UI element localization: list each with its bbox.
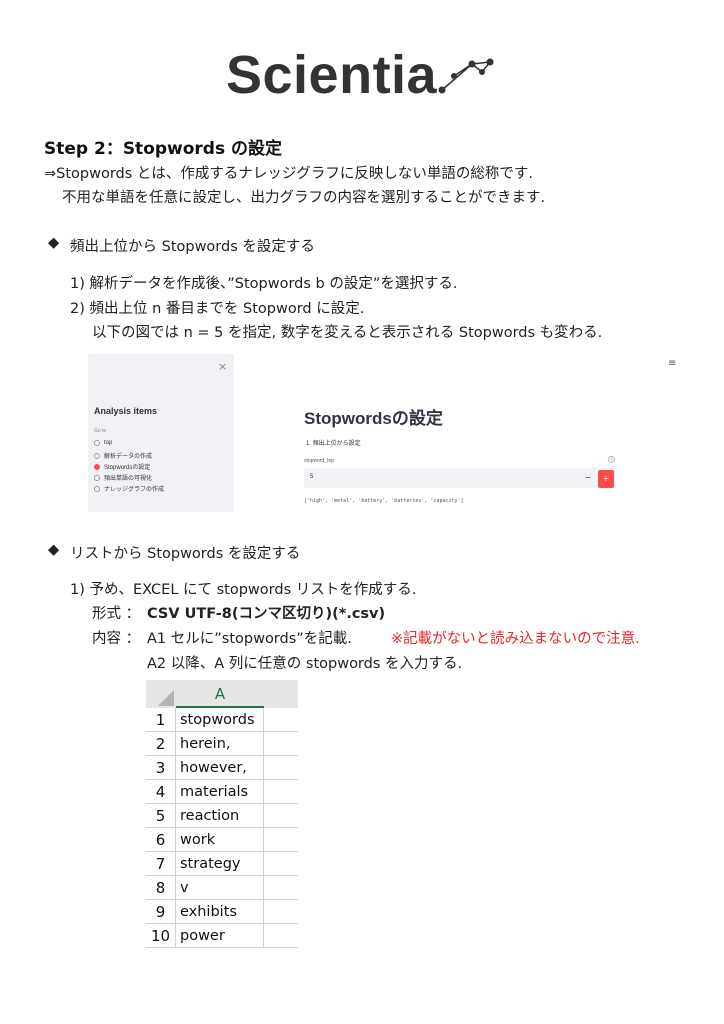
table-row: 5 reaction <box>146 804 298 828</box>
help-icon[interactable]: ? <box>608 456 615 463</box>
format-value: CSV UTF-8(コンマ区切り)(*.csv) <box>147 606 386 622</box>
row-header[interactable]: 5 <box>146 804 176 828</box>
app-sidebar: × Analysis items Go to top 解析データの作成 Stop… <box>88 354 234 512</box>
row-header[interactable]: 4 <box>146 780 176 804</box>
table-cell[interactable]: work <box>176 828 264 852</box>
app-page-title: Stopwordsの設定 <box>304 409 443 428</box>
table-cell-empty[interactable] <box>264 900 298 924</box>
radio-item-data[interactable]: 解析データの作成 <box>94 451 152 460</box>
content-line-1: A1 セルに”stopwords”を記載. <box>147 631 352 647</box>
table-cell-empty[interactable] <box>264 732 298 756</box>
column-header-b[interactable] <box>264 680 298 708</box>
row-header[interactable]: 7 <box>146 852 176 876</box>
section1-step2: 2) 頻出上位 n 番目までを Stopword に設定. <box>70 301 365 317</box>
app-subheading: 1. 頻出上位から設定 <box>306 441 361 447</box>
intro-line-1: ⇒Stopwords とは、作成するナレッジグラフに反映しない単語の総称です. <box>44 166 534 182</box>
content-warning: ※記載がないと読み込まないので注意. <box>391 631 640 647</box>
radio-icon[interactable] <box>94 452 100 459</box>
table-cell-empty[interactable] <box>264 804 298 828</box>
section1-title: 頻出上位から Stopwords を設定する <box>70 239 315 255</box>
bullet-icon: ◆ <box>48 542 60 558</box>
radio-selected-icon[interactable] <box>94 463 100 470</box>
stopword-top-input[interactable]: 5 <box>304 468 580 488</box>
table-row: 6 work <box>146 828 298 852</box>
table-cell-empty[interactable] <box>264 780 298 804</box>
constellation-icon <box>438 58 494 94</box>
table-cell[interactable]: however, <box>176 756 264 780</box>
table-cell-empty[interactable] <box>264 828 298 852</box>
bullet-icon: ◆ <box>48 235 60 251</box>
content-line-2: A2 以降、A 列に任意の stopwords を入力する. <box>147 656 463 672</box>
table-cell[interactable]: reaction <box>176 804 264 828</box>
table-cell[interactable]: v <box>176 876 264 900</box>
row-header[interactable]: 10 <box>146 924 176 948</box>
radio-icon[interactable] <box>94 440 100 446</box>
table-cell[interactable]: power <box>176 924 264 948</box>
table-row: 2 herein, <box>146 732 298 756</box>
row-header[interactable]: 1 <box>146 708 176 732</box>
app-screenshot: × Analysis items Go to top 解析データの作成 Stop… <box>86 352 690 512</box>
intro-line-2: 不用な単語を任意に設定し、出力グラフの内容を選別することができます. <box>62 190 546 206</box>
decrement-button[interactable]: − <box>580 468 596 488</box>
radio-item-frequent[interactable]: 頻出単語の可視化 <box>94 473 152 482</box>
row-header[interactable]: 6 <box>146 828 176 852</box>
table-row: 7 strategy <box>146 852 298 876</box>
table-row: 9 exhibits <box>146 900 298 924</box>
menu-icon[interactable]: ≡ <box>668 358 676 369</box>
radio-icon[interactable] <box>94 485 100 492</box>
table-row: 10 power <box>146 924 298 948</box>
radio-item-top[interactable]: top <box>94 440 112 446</box>
section-heading: Step 2：Stopwords の設定 <box>44 139 283 159</box>
row-header[interactable]: 2 <box>146 732 176 756</box>
section1-step1: 1) 解析データを作成後、”Stopwords b の設定”を選択する. <box>70 276 458 292</box>
logo-text: Scientia <box>226 45 438 105</box>
section1-step2-note: 以下の図では n = 5 を指定, 数字を変えると表示される Stopwords… <box>92 325 603 341</box>
column-header-a[interactable]: A <box>176 680 264 708</box>
input-label: stopword_top <box>304 458 335 464</box>
table-cell[interactable]: herein, <box>176 732 264 756</box>
section2-step1: 1) 予め、EXCEL にて stopwords リストを作成する. <box>70 582 417 598</box>
table-cell-empty[interactable] <box>264 876 298 900</box>
radio-item-graph[interactable]: ナレッジグラフの作成 <box>94 484 164 493</box>
stopwords-output: ['high', 'metal', 'battery', 'batteries'… <box>304 498 464 504</box>
close-icon[interactable]: × <box>218 360 227 373</box>
table-row: 4 materials <box>146 780 298 804</box>
section2-title: リストから Stopwords を設定する <box>70 546 301 562</box>
row-header[interactable]: 8 <box>146 876 176 900</box>
table-cell-empty[interactable] <box>264 924 298 948</box>
increment-button[interactable]: + <box>598 470 614 488</box>
table-row: 3 however, <box>146 756 298 780</box>
content-label: 内容 ： <box>92 631 141 647</box>
goto-label: Go to <box>94 428 107 434</box>
table-cell[interactable]: stopwords <box>176 708 264 732</box>
table-row: 1 stopwords <box>146 708 298 732</box>
row-header[interactable]: 3 <box>146 756 176 780</box>
radio-icon[interactable] <box>94 474 100 481</box>
table-cell[interactable]: strategy <box>176 852 264 876</box>
table-cell-empty[interactable] <box>264 852 298 876</box>
radio-item-stopwords[interactable]: Stopwordsの設定 <box>94 462 150 471</box>
row-header[interactable]: 9 <box>146 900 176 924</box>
table-row: 8v <box>146 876 298 900</box>
format-label: 形式 ： <box>92 606 141 622</box>
sidebar-title: Analysis items <box>94 406 158 416</box>
table-cell[interactable]: materials <box>176 780 264 804</box>
table-cell-empty[interactable] <box>264 708 298 732</box>
table-cell[interactable]: exhibits <box>176 900 264 924</box>
table-cell-empty[interactable] <box>264 756 298 780</box>
select-all-corner[interactable] <box>146 680 176 708</box>
